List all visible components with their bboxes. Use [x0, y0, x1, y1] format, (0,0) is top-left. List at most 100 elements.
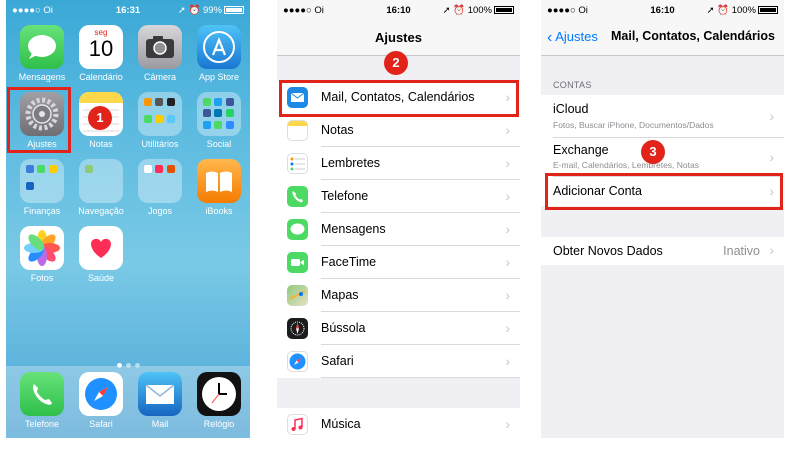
app-label: Telefone — [24, 419, 60, 429]
settings-item-mapas[interactable]: Mapas › — [277, 279, 520, 312]
chevron-right-icon: › — [505, 188, 510, 204]
settings-item-label: Bússola — [321, 321, 366, 335]
folder-jogos[interactable]: Jogos — [132, 159, 188, 216]
safari-compass-icon — [79, 372, 123, 416]
battery-percent: 100% — [731, 5, 756, 16]
chevron-right-icon: › — [505, 353, 510, 369]
home-screen: ●●●●○ Oi 16:31 ➚ ⏰ 99% Mensagens seg 10 … — [6, 0, 250, 438]
calendar-app-icon: seg 10 — [79, 25, 123, 69]
app-label: iBooks — [205, 206, 233, 216]
maps-icon — [287, 285, 308, 306]
app-store-app-icon — [197, 25, 241, 69]
safari-icon — [287, 351, 308, 372]
page-title: Mail, Contatos, Calendários — [611, 29, 775, 43]
mail-contacts-calendars-screen: ●●●●○ Oi 16:10 ➚ ⏰ 100% ‹ Ajustes Mail, … — [541, 0, 784, 438]
fetch-new-data-row[interactable]: Obter Novos Dados Inativo › — [541, 237, 784, 265]
nav-bar: ‹ Ajustes Mail, Contatos, Calendários — [541, 20, 784, 56]
battery-percent: 99% — [202, 5, 222, 16]
dock-safari[interactable]: Safari — [73, 372, 129, 429]
app-label: Utilitários — [141, 139, 179, 149]
app-label: Safari — [89, 419, 113, 429]
battery-icon — [224, 6, 244, 14]
games-folder-icon — [138, 159, 182, 203]
folder-utilitarios[interactable]: Utilitários — [132, 92, 188, 149]
battery-icon — [758, 6, 778, 14]
dock-relogio[interactable]: Relógio — [191, 372, 247, 429]
app-label: Calendário — [79, 72, 123, 82]
app-label: Fotos — [30, 273, 54, 283]
app-label: Câmera — [143, 72, 176, 82]
chevron-right-icon: › — [505, 155, 510, 171]
step-1-badge: 1 — [88, 106, 112, 130]
settings-item-label: Mapas — [321, 288, 359, 302]
status-bar: ●●●●○ Oi 16:31 ➚ ⏰ 99% — [6, 0, 250, 20]
settings-item-safari[interactable]: Safari › — [277, 345, 520, 378]
messages-icon — [287, 219, 308, 240]
chevron-right-icon: › — [505, 221, 510, 237]
status-right: ➚ ⏰ 100% — [707, 5, 778, 16]
fetch-new-data-label: Obter Novos Dados — [553, 244, 663, 258]
folder-social[interactable]: Social — [191, 92, 247, 149]
settings-item-label: Mensagens — [321, 222, 386, 236]
app-label: App Store — [198, 72, 240, 82]
highlight-ajustes — [7, 87, 71, 153]
camera-app-icon — [138, 25, 182, 69]
back-button[interactable]: ‹ Ajustes — [547, 29, 598, 46]
app-camera[interactable]: Câmera — [132, 25, 188, 82]
app-ibooks[interactable]: iBooks — [191, 159, 247, 216]
settings-item-label: Telefone — [321, 189, 369, 203]
status-bar: ●●●●○ Oi 16:10 ➚ ⏰ 100% — [277, 0, 520, 20]
notes-icon — [287, 120, 308, 141]
settings-item-facetime[interactable]: FaceTime › — [277, 246, 520, 279]
app-saude[interactable]: Saúde — [73, 226, 129, 283]
app-label: Saúde — [87, 273, 115, 283]
mail-envelope-icon — [138, 372, 182, 416]
settings-item-label: Música — [321, 417, 361, 431]
chevron-right-icon: › — [505, 320, 510, 336]
status-bar: ●●●●○ Oi 16:10 ➚ ⏰ 100% — [541, 0, 784, 20]
chevron-right-icon: › — [769, 149, 774, 165]
app-label: Jogos — [147, 206, 173, 216]
navigation-folder-icon — [79, 159, 123, 203]
ibooks-app-icon — [197, 159, 241, 203]
account-title: Exchange — [553, 143, 609, 157]
back-label: Ajustes — [555, 29, 598, 44]
app-label: Finanças — [23, 206, 61, 216]
step-2-badge: 2 — [384, 51, 408, 75]
status-right: ➚ ⏰ 99% — [178, 5, 244, 16]
settings-item-telefone[interactable]: Telefone › — [277, 180, 520, 213]
chevron-right-icon: › — [505, 122, 510, 138]
app-fotos[interactable]: Fotos — [14, 226, 70, 283]
account-icloud[interactable]: iCloud Fotos, Buscar iPhone, Documentos/… — [541, 95, 784, 138]
chevron-right-icon: › — [505, 287, 510, 303]
settings-item-label: FaceTime — [321, 255, 377, 269]
app-label: Social — [206, 139, 232, 149]
page-title: Ajustes — [375, 30, 422, 45]
folder-financas[interactable]: Finanças — [14, 159, 70, 216]
dock-mail[interactable]: Mail — [132, 372, 188, 429]
highlight-mail-row — [279, 80, 519, 117]
settings-item-notas[interactable]: Notas › — [277, 114, 520, 147]
settings-item-mensagens[interactable]: Mensagens › — [277, 213, 520, 246]
app-label: Mail — [151, 419, 169, 429]
utilities-folder-icon — [138, 92, 182, 136]
settings-item-musica[interactable]: Música › — [277, 408, 520, 438]
app-label: Navegação — [78, 206, 124, 216]
dock-telefone[interactable]: Telefone — [14, 372, 70, 429]
folder-navegacao[interactable]: Navegação — [73, 159, 129, 216]
app-app-store[interactable]: App Store — [191, 25, 247, 82]
app-label: Notas — [89, 139, 113, 149]
health-heart-icon — [79, 226, 123, 270]
account-subtitle: E-mail, Calendários, Lembretes, Notas — [553, 160, 699, 170]
settings-item-bussola[interactable]: Bússola › — [277, 312, 520, 345]
battery-percent: 100% — [467, 5, 492, 16]
settings-item-lembretes[interactable]: Lembretes › — [277, 147, 520, 180]
app-label: Mensagens — [18, 72, 66, 82]
dock: Telefone Safari Mail Relógio — [6, 366, 250, 438]
app-mensagens[interactable]: Mensagens — [14, 25, 70, 82]
account-title: iCloud — [553, 102, 589, 116]
settings-item-label: Lembretes — [321, 156, 381, 170]
app-calendario[interactable]: seg 10 Calendário — [73, 25, 129, 82]
calendar-day: 10 — [88, 36, 114, 61]
chevron-right-icon: › — [769, 242, 774, 258]
